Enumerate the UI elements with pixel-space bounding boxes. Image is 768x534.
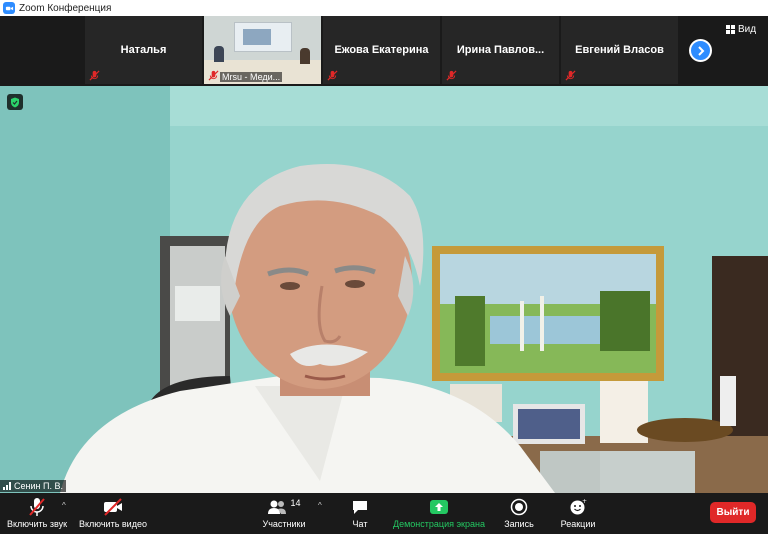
record-label: Запись	[504, 519, 534, 529]
title-bar: Zoom Конференция	[0, 0, 768, 16]
participant-name: Mrsu - Меди...	[220, 72, 283, 82]
muted-mic-icon	[29, 498, 45, 516]
smiley-icon: +	[570, 498, 587, 515]
record-icon	[510, 498, 528, 516]
chat-icon	[353, 501, 367, 514]
view-button[interactable]: Вид	[726, 24, 756, 35]
speaker-video-image	[0, 86, 768, 493]
unmute-button[interactable]: Включить звук	[5, 493, 69, 534]
muted-mic-icon	[89, 70, 100, 81]
participant-name: Ирина Павлов...	[456, 44, 545, 56]
zoom-logo-icon	[3, 2, 15, 14]
muted-mic-icon	[446, 70, 457, 81]
next-page-button[interactable]	[689, 39, 712, 62]
video-off-icon	[104, 498, 122, 516]
share-screen-label: Демонстрация экрана	[393, 519, 485, 529]
participants-options-caret-icon[interactable]: ^	[318, 501, 322, 510]
security-shield-icon[interactable]	[7, 94, 23, 110]
muted-mic-icon	[565, 70, 576, 81]
main-video: Сенин П. В.	[0, 86, 768, 493]
speaker-name: Сенин П. В.	[14, 481, 63, 491]
reactions-label: Реакции	[560, 519, 596, 529]
share-screen-button[interactable]: Демонстрация экрана	[393, 493, 485, 534]
view-label: Вид	[738, 24, 757, 35]
start-video-button[interactable]: Включить видео	[78, 493, 148, 534]
record-button[interactable]: Запись	[502, 493, 536, 534]
chat-label: Чат	[352, 519, 368, 529]
participant-tile[interactable]: Ежова Екатерина	[323, 16, 440, 84]
participant-name: Евгений Власов	[575, 44, 664, 56]
thumbnail-strip: Наталья Mrsu - Меди... Ежова Екатерина И…	[0, 16, 768, 86]
start-video-label: Включить видео	[79, 519, 147, 529]
signal-strength-icon	[3, 482, 11, 490]
leave-meeting-button[interactable]: Выйти	[710, 502, 756, 523]
reactions-button[interactable]: + Реакции	[558, 493, 598, 534]
participant-tile-video[interactable]: Mrsu - Меди...	[204, 16, 321, 84]
chat-button[interactable]: Чат	[346, 493, 374, 534]
speaker-name-label: Сенин П. В.	[0, 480, 66, 492]
chevron-right-icon	[697, 45, 704, 56]
participants-count: 14	[290, 498, 301, 508]
muted-mic-icon	[208, 70, 219, 81]
participants-button[interactable]: 14 Участники	[260, 493, 308, 534]
participant-name: Наталья	[120, 44, 167, 56]
participant-tile[interactable]: Наталья	[85, 16, 202, 84]
window-title: Zoom Конференция	[19, 2, 112, 14]
audio-options-caret-icon[interactable]: ^	[62, 501, 66, 510]
grid-view-icon	[726, 25, 735, 34]
participant-name: Ежова Екатерина	[334, 44, 429, 56]
projection-screen	[234, 22, 292, 52]
participant-tile[interactable]: Ирина Павлов...	[442, 16, 559, 84]
meeting-toolbar: Включить звук ^ Включить видео 14 Участн…	[0, 493, 768, 534]
participants-icon	[268, 500, 287, 514]
participants-label: Участники	[262, 519, 306, 529]
share-screen-icon	[430, 500, 448, 514]
svg-text:+: +	[582, 498, 587, 505]
unmute-label: Включить звук	[6, 519, 68, 529]
participant-tile[interactable]: Евгений Власов	[561, 16, 678, 84]
muted-mic-icon	[327, 70, 338, 81]
